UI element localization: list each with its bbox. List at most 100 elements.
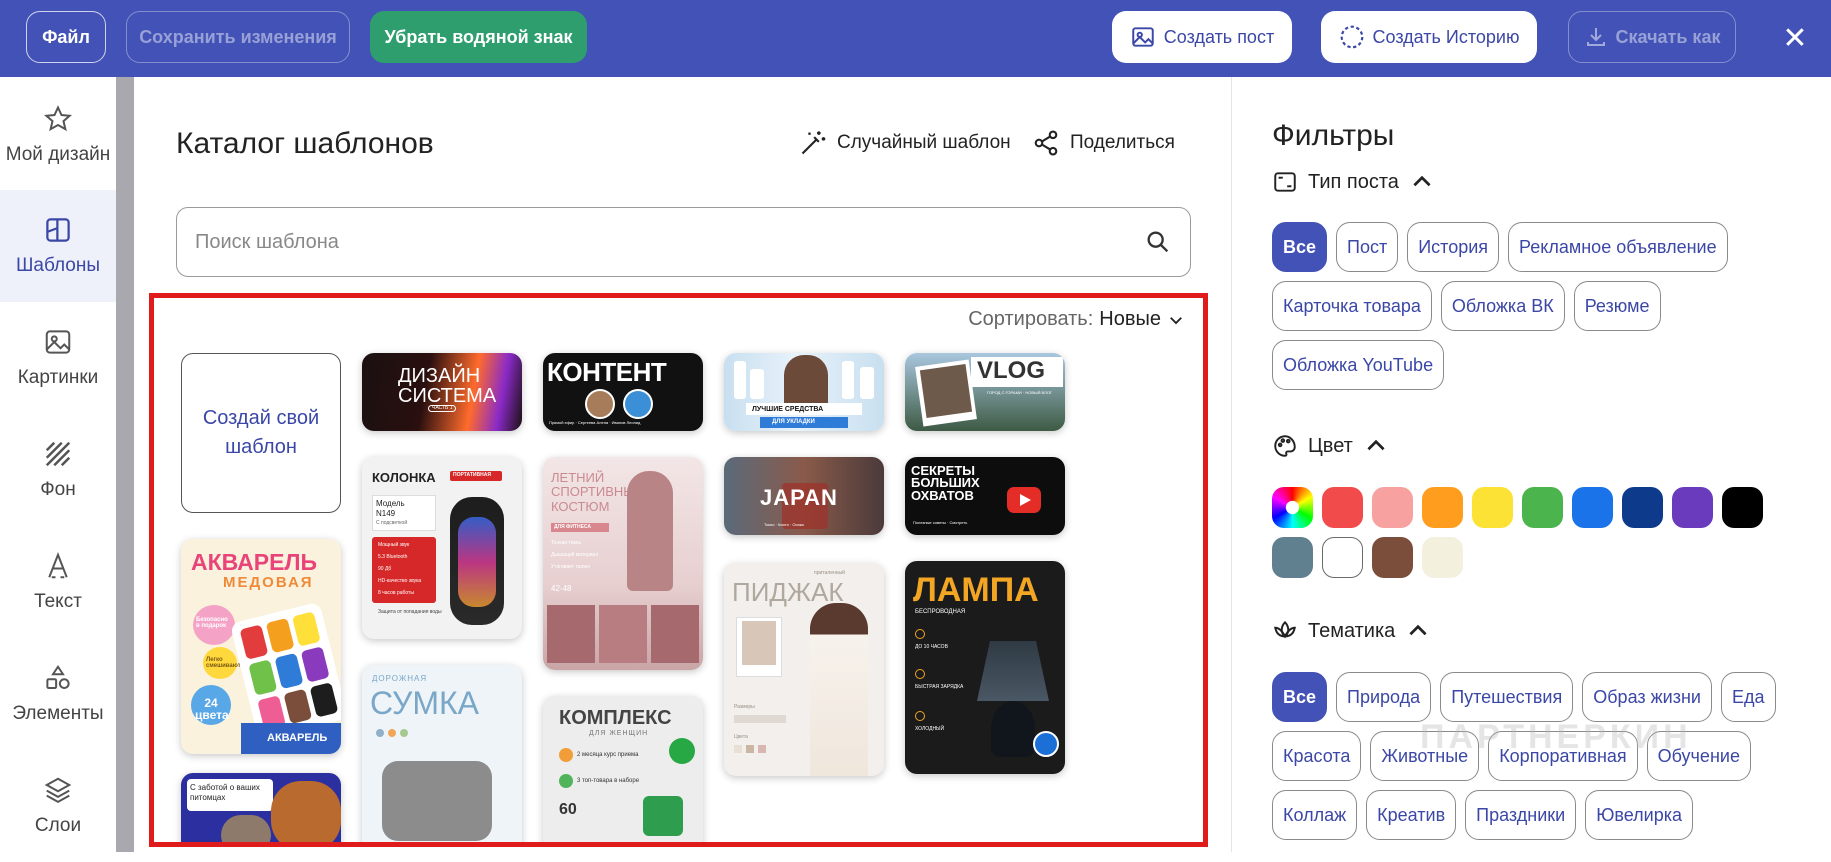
- color-swatches: [1272, 487, 1792, 578]
- color-swatch[interactable]: [1622, 487, 1663, 528]
- close-icon[interactable]: ✕: [1777, 20, 1813, 56]
- template-line: 3 топ-товара в наборе: [577, 778, 640, 784]
- remove-watermark-label: Убрать водяной знак: [384, 26, 573, 47]
- create-post-button[interactable]: Создать пост: [1112, 11, 1292, 63]
- sidebar-item-label: Текст: [34, 591, 82, 612]
- color-swatch[interactable]: [1322, 487, 1363, 528]
- left-sidebar: Мой дизайн Шаблоны Картинки Фон Текст Эл…: [0, 77, 116, 852]
- create-story-button[interactable]: Создать Историю: [1321, 11, 1537, 63]
- theme-chip[interactable]: Коллаж: [1272, 790, 1358, 840]
- template-card-pets[interactable]: С заботой о ваших питомцах: [181, 773, 341, 842]
- color-swatch[interactable]: [1722, 487, 1763, 528]
- template-card-content[interactable]: КОНТЕНТ Прямой эфир · Сергеева Алена · И…: [543, 353, 703, 431]
- theme-chip[interactable]: Путешествия: [1440, 672, 1574, 722]
- scrollbar-thumb[interactable]: [116, 77, 134, 852]
- template-card-hair-products[interactable]: ЛУЧШИЕ СРЕДСТВА ДЛЯ УКЛАДКИ: [724, 353, 884, 431]
- download-as-label: Скачать как: [1615, 26, 1721, 47]
- theme-chip-all[interactable]: Все: [1272, 672, 1328, 722]
- color-swatch[interactable]: [1472, 487, 1513, 528]
- download-as-button[interactable]: Скачать как: [1568, 11, 1736, 63]
- image-icon: [1132, 27, 1154, 47]
- theme-chip[interactable]: Еда: [1720, 672, 1776, 722]
- template-card-sport-suit[interactable]: ЛЕТНИЙ СПОРТИВНЫЙ КОСТЮМ ДЛЯ ФИТНЕСА Тон…: [543, 457, 703, 670]
- template-title: JAPAN: [760, 485, 838, 510]
- sidebar-scrollbar[interactable]: [116, 77, 134, 852]
- search-input[interactable]: [195, 230, 1144, 254]
- template-line: Тонкая ткань: [551, 540, 582, 546]
- color-label: Цвет: [1308, 434, 1353, 457]
- share-icon: [1034, 130, 1058, 156]
- template-subtitle: БЕСПРОВОДНАЯ: [915, 609, 966, 615]
- sidebar-item-elements[interactable]: Элементы: [0, 638, 116, 750]
- post-type-chip[interactable]: История: [1407, 222, 1500, 272]
- theme-chip[interactable]: Ювелирка: [1585, 790, 1694, 840]
- theme-chip[interactable]: Красота: [1272, 731, 1362, 781]
- color-swatch[interactable]: [1272, 537, 1313, 578]
- template-search[interactable]: [176, 207, 1191, 277]
- lotus-icon: [1274, 620, 1296, 639]
- color-swatch[interactable]: [1372, 537, 1413, 578]
- sort-dropdown[interactable]: Сортировать: Новые: [968, 308, 1185, 331]
- template-card-watercolor[interactable]: АКВАРЕЛЬ МЕДОВАЯ Безопасно в подарок Лег…: [181, 539, 341, 754]
- post-type-chip[interactable]: Рекламное объявление: [1508, 222, 1728, 272]
- random-template-button[interactable]: Случайный шаблон: [799, 129, 1011, 157]
- template-card-speaker[interactable]: КОЛОНКА ПОРТАТИВНАЯ Модель N149 С подсве…: [362, 457, 522, 639]
- template-line: HD-качество звука: [378, 578, 422, 584]
- save-changes-button[interactable]: Сохранить изменения: [126, 11, 350, 63]
- chevron-up-icon: [1413, 175, 1431, 187]
- remove-watermark-button[interactable]: Убрать водяной знак: [370, 11, 587, 63]
- color-swatch[interactable]: [1372, 487, 1413, 528]
- template-card-design-system[interactable]: ДИЗАЙН СИСТЕМА ЧАСТЬ 1: [362, 353, 522, 431]
- theme-chip[interactable]: Образ жизни: [1582, 672, 1712, 722]
- template-subtitle: МЕДОВАЯ: [223, 574, 314, 591]
- color-swatch[interactable]: [1522, 487, 1563, 528]
- sidebar-item-my-design[interactable]: Мой дизайн: [0, 79, 116, 191]
- post-type-chips: Все Пост История Рекламное объявление Ка…: [1272, 222, 1792, 390]
- post-type-chip-all[interactable]: Все: [1272, 222, 1328, 272]
- color-section-toggle[interactable]: Цвет: [1272, 433, 1389, 459]
- template-line: Безопасно в подарок: [196, 617, 228, 629]
- template-card-bag[interactable]: ДОРОЖНАЯ СУМКА: [362, 665, 522, 842]
- theme-chip[interactable]: Праздники: [1465, 790, 1577, 840]
- template-line: 8 часов работы: [378, 590, 414, 596]
- template-line: 5.3 Bluetooth: [378, 554, 408, 560]
- post-type-chip[interactable]: Карточка товара: [1272, 281, 1432, 331]
- share-button[interactable]: Поделиться: [1032, 129, 1175, 157]
- color-swatch[interactable]: [1422, 487, 1463, 528]
- post-type-chip[interactable]: Пост: [1336, 222, 1399, 272]
- sidebar-item-background[interactable]: Фон: [0, 414, 116, 526]
- random-template-label: Случайный шаблон: [837, 132, 1011, 153]
- color-swatch[interactable]: [1422, 537, 1463, 578]
- sidebar-item-text[interactable]: Текст: [0, 526, 116, 638]
- color-swatch[interactable]: [1322, 537, 1363, 578]
- top-bar: Файл Сохранить изменения Убрать водяной …: [0, 0, 1831, 77]
- template-card-vlog[interactable]: VLOG ГОРОД С ГОРАМИ · НОВЫЙ ВЛОГ: [905, 353, 1065, 431]
- template-title: С заботой о ваших питомцах: [190, 783, 260, 802]
- post-type-section-toggle[interactable]: Тип поста: [1272, 169, 1435, 195]
- download-icon: [1586, 28, 1605, 46]
- post-type-chip[interactable]: Резюме: [1573, 281, 1661, 331]
- color-swatch[interactable]: [1572, 487, 1613, 528]
- sidebar-item-images[interactable]: Картинки: [0, 302, 116, 414]
- color-swatch[interactable]: [1672, 487, 1713, 528]
- template-card-complex[interactable]: КОМПЛЕКС ДЛЯ ЖЕНЩИН 2 месяца курс приема…: [543, 696, 703, 842]
- post-type-chip[interactable]: Обложка YouTube: [1272, 340, 1445, 390]
- search-icon[interactable]: [1144, 228, 1172, 256]
- sidebar-item-layers[interactable]: Слои: [0, 750, 116, 862]
- template-brand: АКВАРЕЛЬ: [267, 732, 328, 744]
- template-card-lamp[interactable]: ЛАМПА БЕСПРОВОДНАЯ ДО 10 ЧАСОВ БЫСТРАЯ З…: [905, 561, 1065, 774]
- create-own-template-card[interactable]: Создай свой шаблон: [181, 353, 341, 513]
- sidebar-item-templates[interactable]: Шаблоны: [0, 190, 116, 302]
- post-type-chip[interactable]: Обложка ВК: [1440, 281, 1565, 331]
- color-swatch[interactable]: [1272, 487, 1313, 528]
- theme-chip[interactable]: Креатив: [1366, 790, 1457, 840]
- watermark-text: ПАРТНЕРКИН: [1420, 718, 1692, 756]
- template-card-japan[interactable]: JAPAN Токио · Киото · Осака: [724, 457, 884, 535]
- template-card-reach-secrets[interactable]: СЕКРЕТЫ БОЛЬШИХ ОХВАТОВ Полезные советы …: [905, 457, 1065, 535]
- sidebar-item-label: Элементы: [12, 703, 104, 724]
- template-card-jacket[interactable]: приталенный ПИДЖАК Размеры Цвета: [724, 563, 884, 776]
- text-icon: [48, 551, 68, 579]
- theme-chip[interactable]: Природа: [1336, 672, 1432, 722]
- file-button[interactable]: Файл: [26, 11, 106, 63]
- theme-section-toggle[interactable]: Тематика: [1272, 618, 1431, 644]
